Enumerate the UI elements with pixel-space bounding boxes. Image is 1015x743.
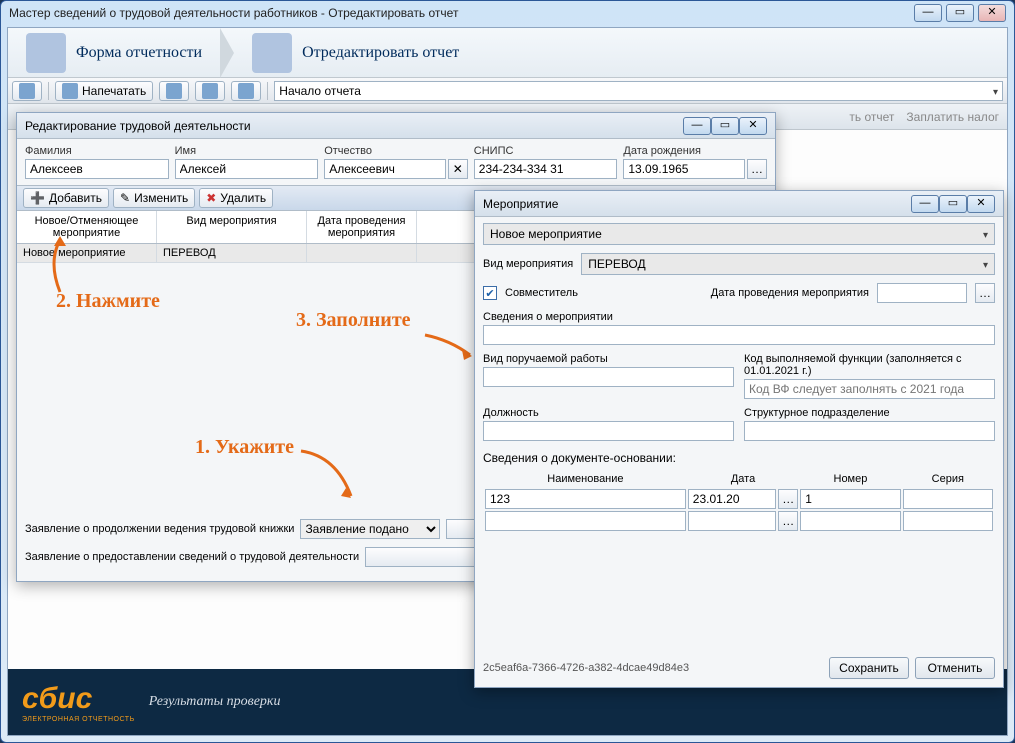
- name-input[interactable]: [175, 159, 319, 179]
- edit-report-icon: [252, 33, 292, 73]
- breadcrumb-step1[interactable]: Форма отчетности: [76, 44, 202, 62]
- minimize-button[interactable]: —: [914, 4, 942, 22]
- close-button[interactable]: ✕: [978, 4, 1006, 22]
- event-type-select[interactable]: ПЕРЕВОД: [581, 253, 995, 275]
- maximize-button[interactable]: ▭: [946, 4, 974, 22]
- chevron-right-icon: [220, 28, 234, 78]
- doc-date-input-2[interactable]: [688, 511, 776, 531]
- save-button[interactable]: Сохранить: [829, 657, 909, 679]
- form-icon: [26, 33, 66, 73]
- function-code-label: Код выполняемой функции (заполняется с 0…: [744, 353, 995, 377]
- zoom-in-button[interactable]: [195, 81, 225, 101]
- breadcrumb-step2[interactable]: Отредактировать отчет: [302, 44, 459, 62]
- titlebar: Мастер сведений о трудовой деятельности …: [1, 1, 1014, 25]
- work-type-input[interactable]: [483, 367, 734, 387]
- dialog2-close[interactable]: ✕: [967, 195, 995, 213]
- add-button[interactable]: ➕Добавить: [23, 188, 109, 208]
- word-export-button[interactable]: [12, 81, 42, 101]
- position-label: Должность: [483, 407, 734, 419]
- surname-input[interactable]: [25, 159, 169, 179]
- dialog1-title: Редактирование трудовой деятельности: [25, 119, 251, 133]
- combined-checkbox[interactable]: ✔: [483, 286, 497, 300]
- dialog1-maximize[interactable]: ▭: [711, 117, 739, 135]
- snils-input[interactable]: [474, 159, 618, 179]
- patronymic-input[interactable]: [324, 159, 446, 179]
- pay-tax-link[interactable]: Заплатить налог: [906, 110, 999, 124]
- edit-button[interactable]: ✎Изменить: [113, 188, 195, 208]
- doc-date-picker-2[interactable]: …: [778, 511, 798, 531]
- declaration1-select[interactable]: Заявление подано: [300, 519, 440, 539]
- docs-table: Наименование Дата Номер Серия … …: [483, 469, 995, 533]
- event-info-input[interactable]: [483, 325, 995, 345]
- report-start-combo[interactable]: Начало отчета: [274, 81, 1003, 101]
- page-icon: [166, 83, 182, 99]
- doc-name-input-2[interactable]: [485, 511, 686, 531]
- dob-picker[interactable]: …: [747, 159, 767, 179]
- event-dialog: Мероприятие — ▭ ✕ Новое мероприятие Вид …: [474, 190, 1004, 688]
- dialog2-title: Мероприятие: [483, 197, 558, 211]
- cancel-button[interactable]: Отменить: [915, 657, 995, 679]
- zoom-out-icon: [238, 83, 254, 99]
- printer-icon: [62, 83, 78, 99]
- department-input[interactable]: [744, 421, 995, 441]
- doc-name-input[interactable]: [485, 489, 686, 509]
- event-date-label: Дата проведения мероприятия: [711, 287, 869, 299]
- declaration2-label: Заявление о предоставлении сведений о тр…: [25, 551, 359, 563]
- department-label: Структурное подразделение: [744, 407, 995, 419]
- declaration2-button[interactable]: [365, 547, 475, 567]
- new-event-select[interactable]: Новое мероприятие: [483, 223, 995, 245]
- dialog2-minimize[interactable]: —: [911, 195, 939, 213]
- chevron-down-icon: [983, 257, 988, 271]
- doc-date-input[interactable]: [688, 489, 776, 509]
- footer-text: Результаты проверки: [149, 694, 281, 710]
- doc-date-picker[interactable]: …: [778, 489, 798, 509]
- doc-num-input-2[interactable]: [800, 511, 900, 531]
- word-icon: [19, 83, 35, 99]
- dialog1-minimize[interactable]: —: [683, 117, 711, 135]
- event-date-input[interactable]: [877, 283, 967, 303]
- work-type-label: Вид поручаемой работы: [483, 353, 734, 365]
- event-guid: 2c5eaf6a-7366-4726-a382-4dcae49d84e3: [483, 662, 689, 674]
- dialog2-maximize[interactable]: ▭: [939, 195, 967, 213]
- chevron-down-icon: [983, 227, 988, 241]
- doc-row-2: …: [485, 511, 993, 531]
- declaration1-label: Заявление о продолжении ведения трудовой…: [25, 523, 294, 535]
- event-info-label: Сведения о мероприятии: [483, 311, 995, 323]
- breadcrumb: Форма отчетности Отредактировать отчет: [8, 28, 1007, 78]
- combined-label: Совместитель: [505, 287, 578, 299]
- zoom-in-icon: [202, 83, 218, 99]
- sbis-logo-subtitle: ЭЛЕКТРОННАЯ ОТЧЕТНОСТЬ: [22, 716, 135, 723]
- doc-series-input[interactable]: [903, 489, 993, 509]
- report-action-link[interactable]: ть отчет: [849, 110, 894, 124]
- doc-num-input[interactable]: [800, 489, 900, 509]
- dialog1-close[interactable]: ✕: [739, 117, 767, 135]
- function-code-input[interactable]: [744, 379, 995, 399]
- zoom-out-button[interactable]: [231, 81, 261, 101]
- dob-input[interactable]: [623, 159, 745, 179]
- chevron-down-icon: [993, 84, 998, 98]
- event-date-picker[interactable]: …: [975, 283, 995, 303]
- docs-section-label: Сведения о документе-основании:: [483, 451, 676, 465]
- patronymic-picker[interactable]: ✕: [448, 159, 468, 179]
- sbis-logo: сбис: [22, 682, 135, 716]
- position-input[interactable]: [483, 421, 734, 441]
- doc-series-input-2[interactable]: [903, 511, 993, 531]
- window-title: Мастер сведений о трудовой деятельности …: [9, 6, 914, 20]
- main-toolbar: Напечатать Начало отчета: [8, 78, 1007, 104]
- event-type-label: Вид мероприятия: [483, 258, 573, 270]
- delete-button[interactable]: ✖Удалить: [199, 188, 273, 208]
- print-button[interactable]: Напечатать: [55, 81, 153, 101]
- doc-row-1: …: [485, 489, 993, 509]
- tool-button-1[interactable]: [159, 81, 189, 101]
